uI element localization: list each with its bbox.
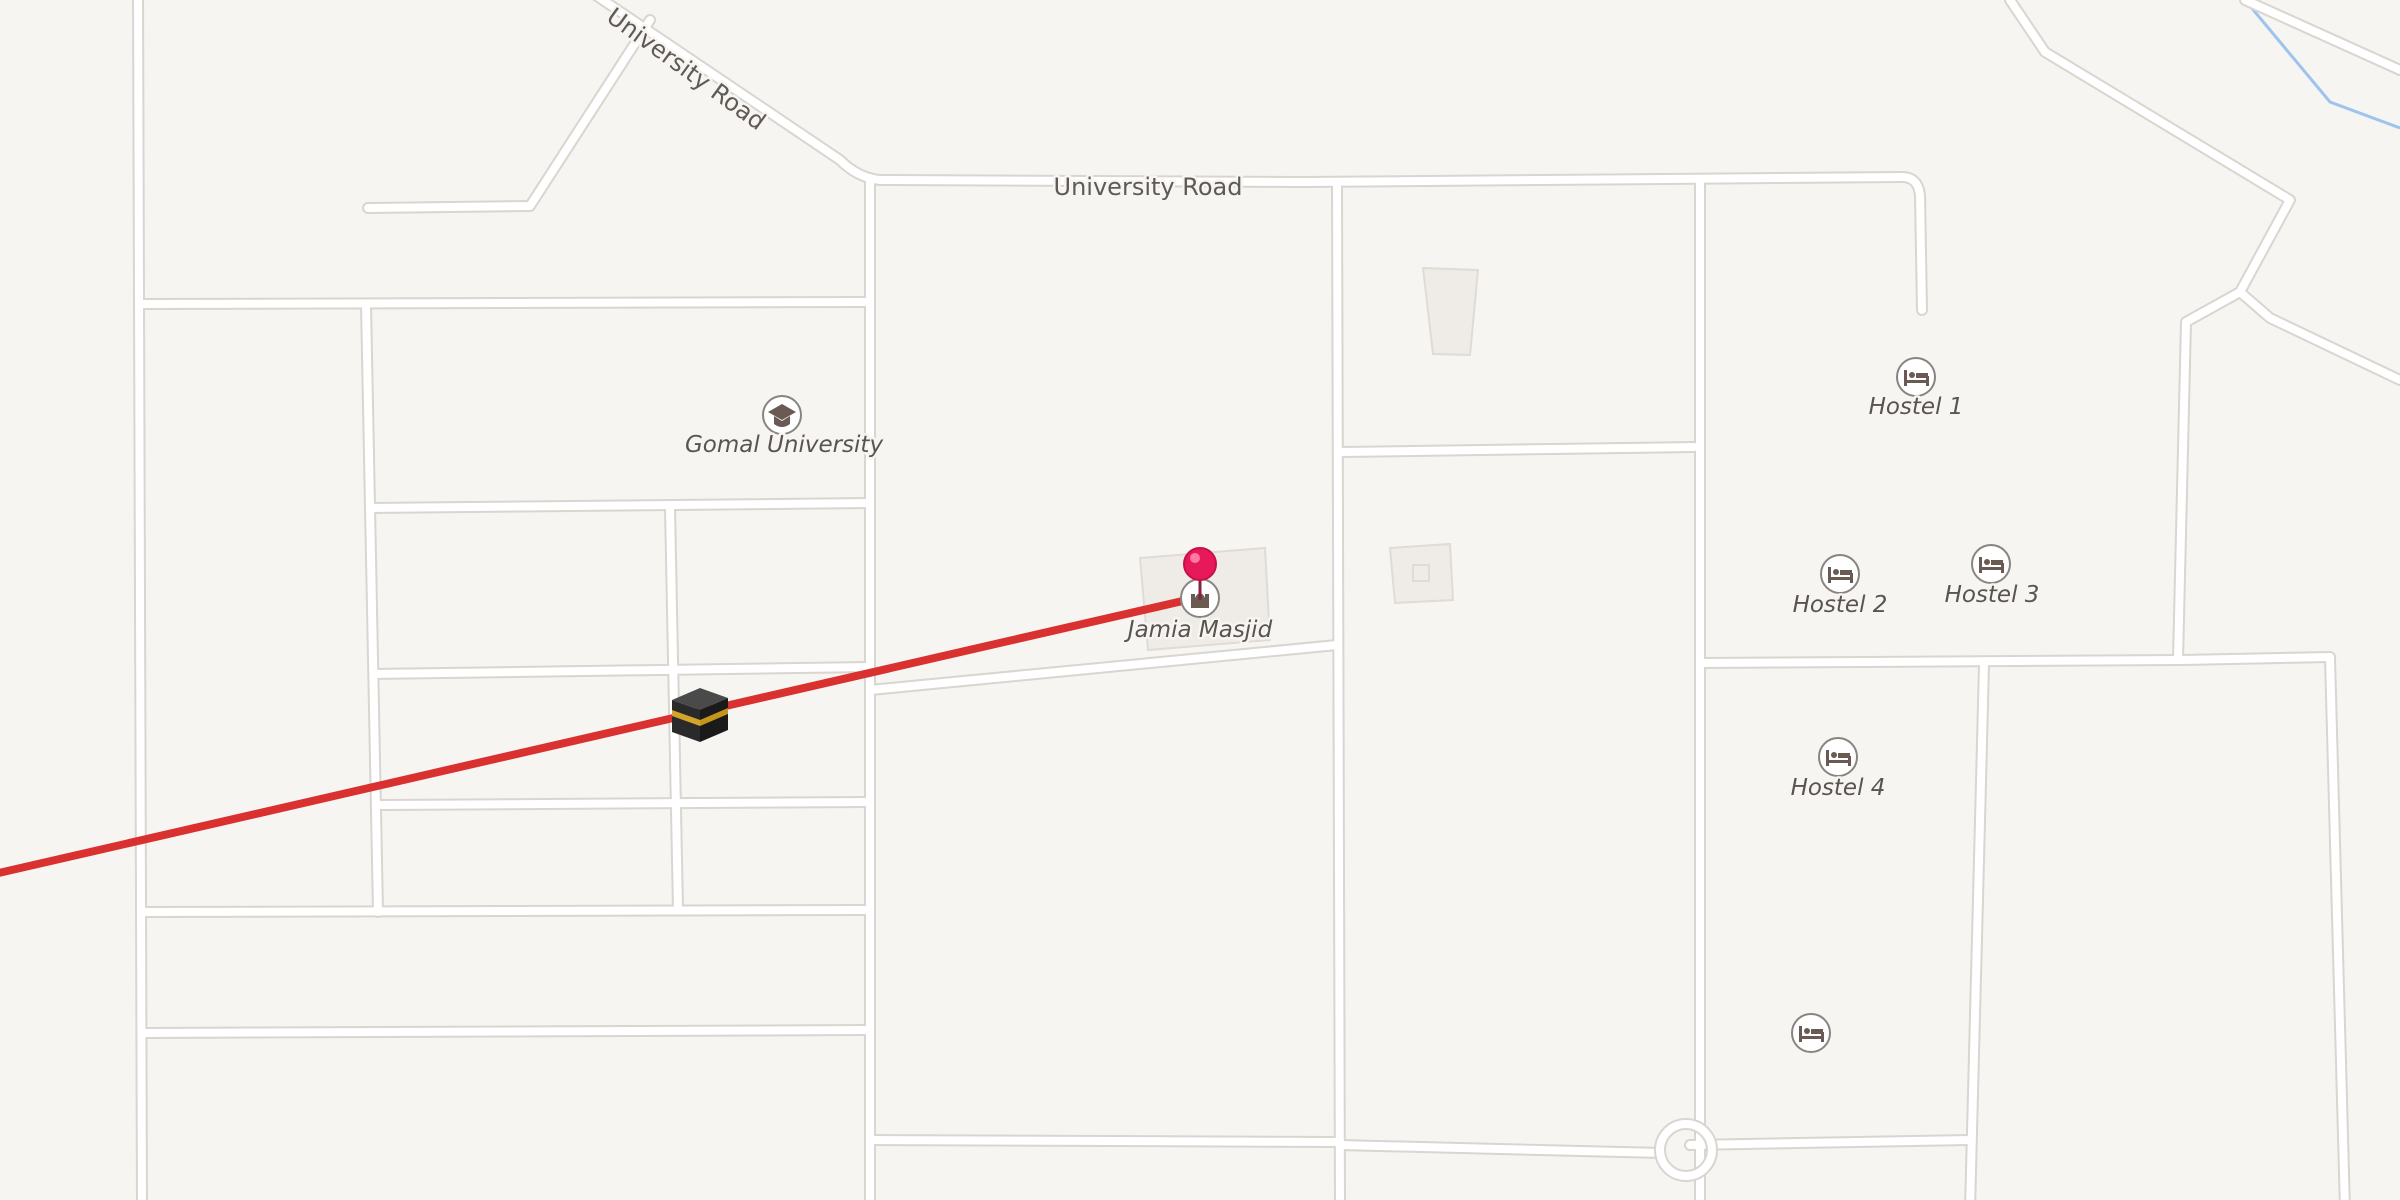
building [1421,266,1480,357]
poi-label: Hostel 4 [1791,775,1886,801]
poi-label: Gomal University [685,432,884,458]
poi-label: Hostel 1 [1869,394,1964,420]
poi-label: Hostel 3 [1945,582,2040,608]
map-pin-icon [1183,547,1217,581]
pin-highlight [1190,553,1200,563]
building [1412,564,1430,582]
road-label-university-road: University Road [1054,173,1243,201]
poi-label: Hostel 2 [1793,592,1888,618]
map-canvas[interactable]: University Road University Road Gomal Un… [0,0,2400,1200]
poi-label: Jamia Masjid [1124,617,1273,643]
poi-hostel-unlabeled[interactable] [1791,1013,1831,1053]
